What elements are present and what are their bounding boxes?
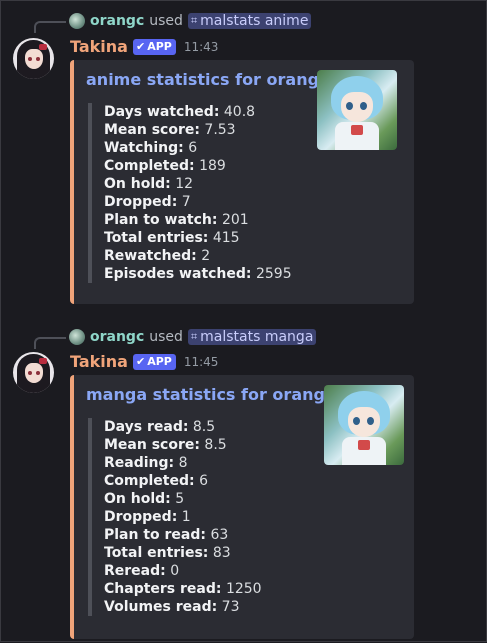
embed-thumbnail[interactable] <box>324 385 404 465</box>
stat-row: Plan to watch: 201 <box>104 212 249 228</box>
author-name[interactable]: Takina <box>70 352 128 371</box>
stat-row: Rewatched: 2 <box>104 248 211 264</box>
slash-command-icon: ⌗ <box>190 14 198 27</box>
message-1: orangc used ⌗ malstats anime Takina ✔ AP… <box>1 1 486 316</box>
command-mention[interactable]: ⌗ malstats anime <box>187 13 312 29</box>
stat-row: Dropped: 1 <box>104 509 191 525</box>
stat-row: Mean score: 7.53 <box>104 122 236 138</box>
mini-avatar[interactable] <box>69 13 85 29</box>
embed-title: anime statistics for orangc <box>86 70 329 89</box>
reply-connector <box>34 21 66 33</box>
stats-embed: manga statistics for orangc Days read: 8… <box>70 375 414 639</box>
stat-row: Dropped: 7 <box>104 194 191 210</box>
stat-row: On hold: 5 <box>104 491 185 507</box>
timestamp[interactable]: 11:45 <box>184 355 219 369</box>
stat-row: Days read: 8.5 <box>104 419 216 435</box>
reply-connector <box>34 337 66 349</box>
embed-description: Days read: 8.5 Mean score: 8.5 Reading: … <box>88 418 262 616</box>
message-header: Takina ✔ APP 11:45 <box>70 352 218 371</box>
stat-row: Plan to read: 63 <box>104 527 229 543</box>
author-avatar[interactable] <box>13 38 54 79</box>
mini-avatar[interactable] <box>69 329 85 345</box>
app-badge-label: APP <box>147 40 172 53</box>
reply-used-text: used <box>149 329 183 345</box>
check-icon: ✔ <box>135 355 146 368</box>
timestamp[interactable]: 11:43 <box>184 40 219 54</box>
author-name[interactable]: Takina <box>70 37 128 56</box>
stat-row: On hold: 12 <box>104 176 194 192</box>
stat-row: Total entries: 415 <box>104 230 240 246</box>
reply-context[interactable]: orangc used ⌗ malstats manga <box>69 329 317 345</box>
command-name: malstats anime <box>200 13 309 29</box>
check-icon: ✔ <box>135 40 146 53</box>
command-mention[interactable]: ⌗ malstats manga <box>187 329 317 345</box>
reply-username[interactable]: orangc <box>90 13 144 29</box>
reply-used-text: used <box>149 13 183 29</box>
stat-row: Days watched: 40.8 <box>104 104 256 120</box>
app-badge: ✔ APP <box>132 353 176 370</box>
app-badge-label: APP <box>147 355 172 368</box>
stat-row: Reading: 8 <box>104 455 188 471</box>
stat-row: Completed: 6 <box>104 473 208 489</box>
stat-row: Chapters read: 1250 <box>104 581 262 597</box>
reply-context[interactable]: orangc used ⌗ malstats anime <box>69 13 312 29</box>
stat-row: Total entries: 83 <box>104 545 231 561</box>
message-header: Takina ✔ APP 11:43 <box>70 37 218 56</box>
stats-embed: anime statistics for orangc Days watched… <box>70 60 414 304</box>
embed-description: Days watched: 40.8 Mean score: 7.53 Watc… <box>88 103 292 283</box>
stat-row: Volumes read: 73 <box>104 599 240 615</box>
stat-row: Completed: 189 <box>104 158 226 174</box>
reply-username[interactable]: orangc <box>90 329 144 345</box>
stat-row: Reread: 0 <box>104 563 180 579</box>
author-avatar[interactable] <box>13 352 54 393</box>
app-badge: ✔ APP <box>132 38 176 55</box>
stat-row: Episodes watched: 2595 <box>104 266 292 282</box>
embed-thumbnail[interactable] <box>317 70 397 150</box>
message-2: orangc used ⌗ malstats manga Takina ✔ AP… <box>1 317 486 643</box>
stat-row: Mean score: 8.5 <box>104 437 227 453</box>
stat-row: Watching: 6 <box>104 140 198 156</box>
embed-title: manga statistics for orangc <box>86 385 335 404</box>
command-name: malstats manga <box>200 329 314 345</box>
slash-command-icon: ⌗ <box>190 330 198 343</box>
